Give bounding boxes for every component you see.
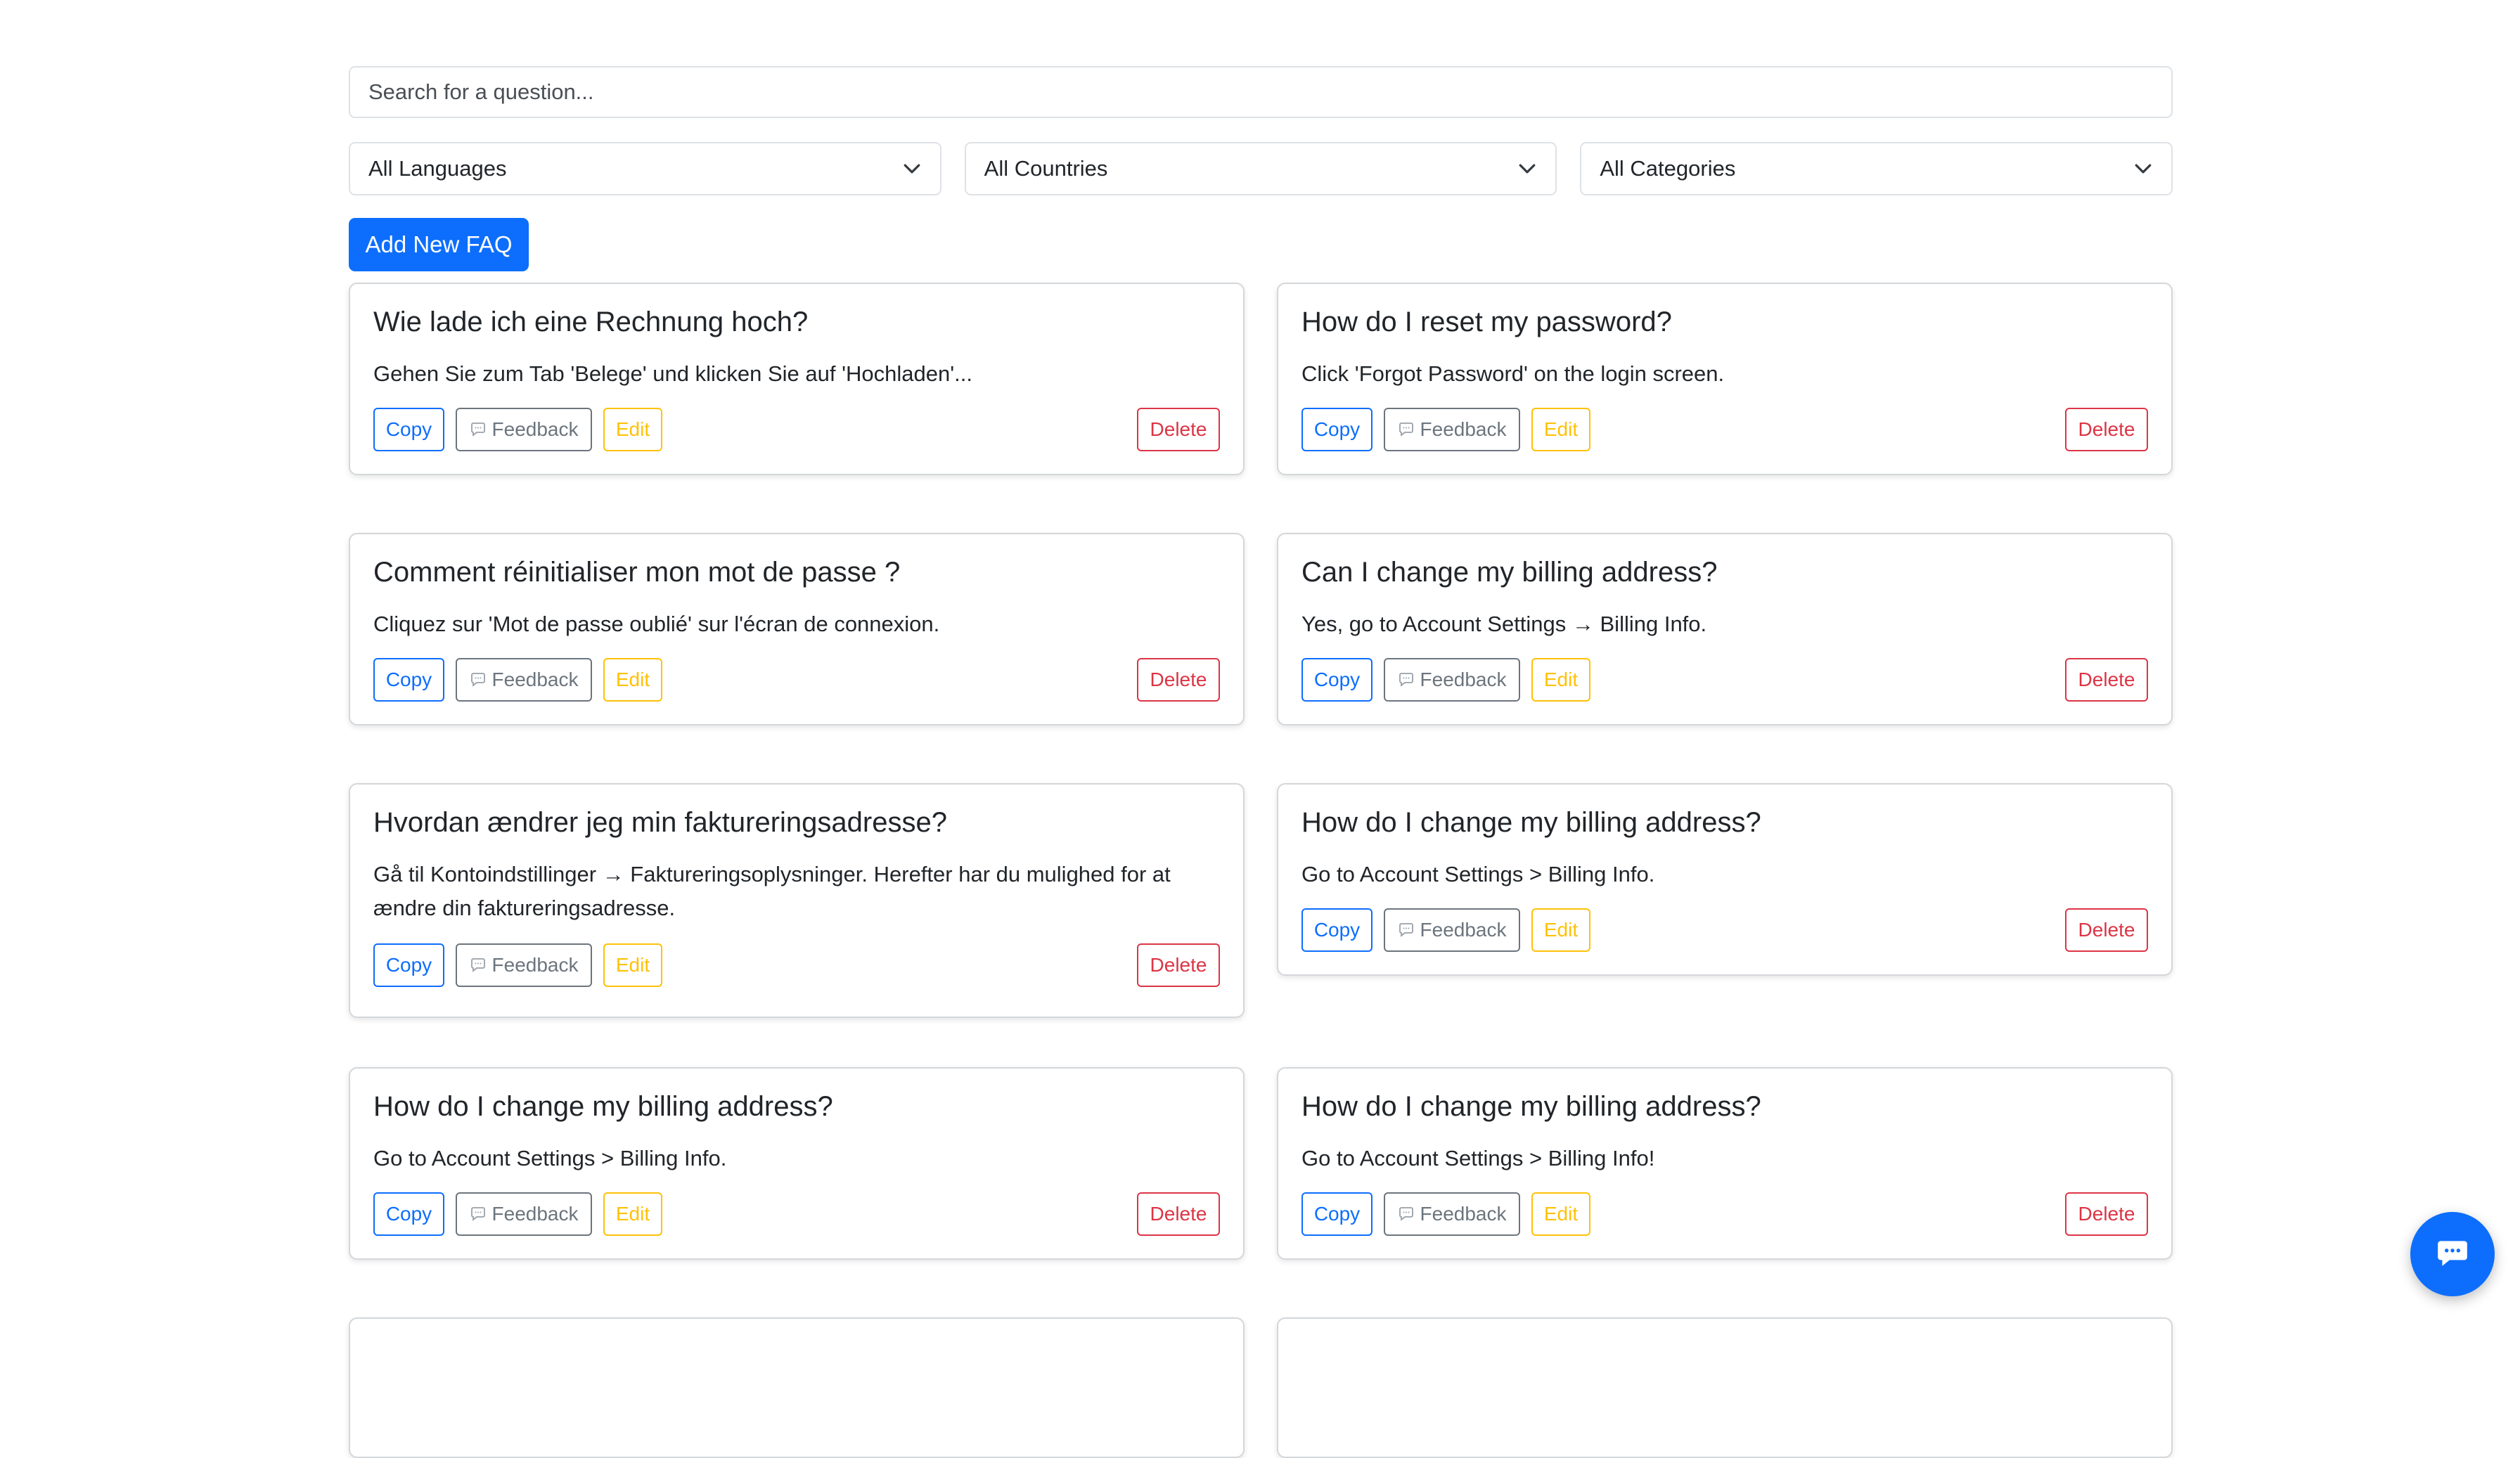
delete-button[interactable]: Delete [2065,658,2148,702]
feedback-label: Feedback [491,954,579,976]
delete-button[interactable]: Delete [1137,408,1220,451]
feedback-button[interactable]: Feedback [456,658,592,702]
faq-answer: Go to Account Settings > Billing Info! [1301,1146,1655,1170]
chevron-down-icon [2133,159,2153,179]
faq-card-actions: Copy Feedback Edit Delete [373,1192,1220,1236]
filter-row: All Languages All Countries All Categori… [349,142,2173,195]
delete-button[interactable]: Delete [2065,908,2148,952]
faq-answer: Yes, go to Account Settings → Billing In… [1301,612,1707,636]
faq-question: How do I change my billing address? [1301,807,1761,838]
chat-bubble-icon [2435,1235,2470,1274]
edit-button[interactable]: Edit [603,658,662,702]
feedback-button[interactable]: Feedback [456,943,592,987]
speech-bubble-icon [470,957,487,974]
faq-card: Can I change my billing address? Yes, go … [1277,533,2173,725]
faq-question: Can I change my billing address? [1301,557,1718,588]
faq-question: Comment réinitialiser mon mot de passe ? [373,557,901,588]
copy-button[interactable]: Copy [1301,1192,1372,1236]
copy-button[interactable]: Copy [1301,408,1372,451]
delete-button[interactable]: Delete [2065,1192,2148,1236]
speech-bubble-icon [470,1206,487,1222]
faq-answer: Go to Account Settings > Billing Info. [1301,862,1655,886]
faq-card-actions: Copy Feedback Edit Delete [373,658,1220,702]
category-select[interactable]: All Categories [1580,142,2173,195]
feedback-button[interactable]: Feedback [456,408,592,451]
edit-button[interactable]: Edit [603,943,662,987]
copy-button[interactable]: Copy [373,658,444,702]
faq-card: How do I change my billing address? Go to… [1277,783,2173,976]
faq-card-partial [349,1317,1245,1458]
faq-card: How do I reset my password? Click 'Forgot… [1277,283,2173,475]
copy-button[interactable]: Copy [373,408,444,451]
faq-card-actions: Copy Feedback Edit Delete [1301,658,2148,702]
copy-button[interactable]: Copy [1301,658,1372,702]
faq-card: How do I change my billing address? Go to… [1277,1067,2173,1260]
faq-card: Wie lade ich eine Rechnung hoch? Gehen Si… [349,283,1245,475]
delete-button[interactable]: Delete [1137,658,1220,702]
country-select-value: All Countries [984,156,1108,181]
faq-answer: Gehen Sie zum Tab 'Belege' und klicken S… [373,361,973,386]
edit-button[interactable]: Edit [1531,658,1590,702]
speech-bubble-icon [1398,671,1415,688]
feedback-label: Feedback [491,418,579,440]
chat-button[interactable] [2410,1212,2495,1296]
faq-answer: Cliquez sur 'Mot de passe oublié' sur l'… [373,612,940,636]
copy-button[interactable]: Copy [373,943,444,987]
feedback-button[interactable]: Feedback [1384,1192,1520,1236]
faq-card-actions: Copy Feedback Edit Delete [1301,408,2148,451]
faq-card: How do I change my billing address? Go to… [349,1067,1245,1260]
faq-card-actions: Copy Feedback Edit Delete [1301,908,2148,952]
feedback-label: Feedback [1420,418,1507,440]
feedback-label: Feedback [1420,1203,1507,1225]
feedback-button[interactable]: Feedback [1384,908,1520,952]
edit-button[interactable]: Edit [1531,908,1590,952]
feedback-label: Feedback [491,1203,579,1225]
faq-card: Comment réinitialiser mon mot de passe ?… [349,533,1245,725]
feedback-label: Feedback [1420,919,1507,941]
faq-card-actions: Copy Feedback Edit Delete [373,943,1220,987]
faq-question: How do I change my billing address? [1301,1091,1761,1122]
delete-button[interactable]: Delete [1137,943,1220,987]
language-select-value: All Languages [368,156,507,181]
edit-button[interactable]: Edit [1531,1192,1590,1236]
feedback-button[interactable]: Feedback [1384,658,1520,702]
faq-answer: Click 'Forgot Password' on the login scr… [1301,361,1725,386]
edit-button[interactable]: Edit [1531,408,1590,451]
speech-bubble-icon [1398,922,1415,938]
speech-bubble-icon [1398,421,1415,438]
delete-button[interactable]: Delete [2065,408,2148,451]
faq-question: How do I reset my password? [1301,307,1672,337]
faq-card-actions: Copy Feedback Edit Delete [373,408,1220,451]
feedback-button[interactable]: Feedback [456,1192,592,1236]
copy-button[interactable]: Copy [1301,908,1372,952]
category-select-value: All Categories [1600,156,1736,181]
speech-bubble-icon [470,671,487,688]
language-select[interactable]: All Languages [349,142,941,195]
speech-bubble-icon [1398,1206,1415,1222]
faq-question: Wie lade ich eine Rechnung hoch? [373,307,809,337]
edit-button[interactable]: Edit [603,1192,662,1236]
faq-question: How do I change my billing address? [373,1091,833,1122]
faq-answer: Go to Account Settings > Billing Info. [373,1146,727,1170]
country-select[interactable]: All Countries [964,142,1557,195]
speech-bubble-icon [470,421,487,438]
edit-button[interactable]: Edit [603,408,662,451]
delete-button[interactable]: Delete [1137,1192,1220,1236]
copy-button[interactable]: Copy [373,1192,444,1236]
faq-card-actions: Copy Feedback Edit Delete [1301,1192,2148,1236]
feedback-button[interactable]: Feedback [1384,408,1520,451]
feedback-label: Feedback [1420,669,1507,690]
faq-answer: Gå til Kontoindstillinger → Fakturerings… [373,862,1171,920]
faq-manager-page: All Languages All Countries All Categori… [0,0,2520,1458]
faq-card: Hvordan ændrer jeg min faktureringsadres… [349,783,1245,1018]
chevron-down-icon [1517,159,1537,179]
search-input[interactable] [349,66,2173,118]
faq-card-partial [1277,1317,2173,1458]
search-bar [349,66,2173,118]
faq-question: Hvordan ændrer jeg min faktureringsadres… [373,807,947,838]
add-new-faq-button[interactable]: Add New FAQ [349,218,529,271]
chevron-down-icon [902,159,922,179]
feedback-label: Feedback [491,669,579,690]
